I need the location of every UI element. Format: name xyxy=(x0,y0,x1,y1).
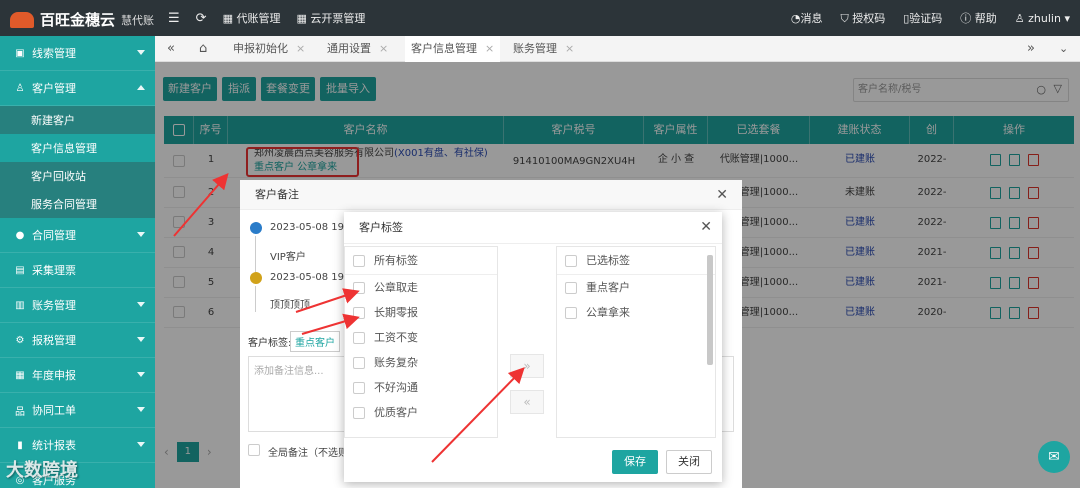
help-icon: ⓘ xyxy=(960,12,975,25)
sidebar-sub-customer-info[interactable]: 客户信息管理 xyxy=(0,134,155,162)
tag-checkbox[interactable] xyxy=(565,282,577,294)
brand-sub: 慧代账 xyxy=(121,13,155,27)
tax-icon: ⚙ xyxy=(15,334,25,346)
global-remark-label: 全局备注（不选则 xyxy=(268,448,348,459)
sidebar-item-tax[interactable]: ⚙ 报税管理 xyxy=(0,323,155,358)
all-tags-header[interactable]: 所有标签 xyxy=(345,247,497,275)
remark-text: 顶顶顶顶 xyxy=(270,300,310,311)
building-icon: ▥ xyxy=(15,299,25,311)
timeline-line xyxy=(255,286,256,312)
close-icon[interactable]: ✕ xyxy=(700,219,712,235)
tab-settings[interactable]: 通用设置 × xyxy=(321,36,394,62)
user-menu[interactable]: ♙ zhulin ▾ xyxy=(1015,12,1070,25)
shield-icon: ⛉ xyxy=(840,12,853,25)
messages-link[interactable]: ◔消息 xyxy=(791,10,823,26)
remark-dialog-title: 客户备注 xyxy=(240,180,742,210)
org-icon: 品 xyxy=(15,406,25,418)
watermark: 大数跨境 xyxy=(6,460,78,481)
chevron-down-icon[interactable]: ⌄ xyxy=(1053,36,1074,62)
sidebar-sub-recycle[interactable]: 客户回收站 xyxy=(0,162,155,190)
chart-icon: ▮ xyxy=(17,439,23,451)
remark-time: 2023-05-08 19:1 xyxy=(270,222,354,233)
sidebar-item-annual[interactable]: ▦ 年度申报 xyxy=(0,358,155,393)
timeline-line xyxy=(255,236,256,272)
sidebar-item-customers[interactable]: ♙ 客户管理 xyxy=(0,71,155,106)
move-left-button[interactable]: « xyxy=(510,390,544,414)
brand-name: 百旺金穗云 xyxy=(40,11,116,29)
selected-tag[interactable]: 重点客户 xyxy=(557,275,715,300)
tag-option[interactable]: 账务复杂 xyxy=(345,350,497,375)
tag-checkbox[interactable] xyxy=(353,282,365,294)
move-right-button[interactable]: » xyxy=(510,354,544,378)
tag-checkbox[interactable] xyxy=(353,407,365,419)
tabs-prev-icon[interactable]: « xyxy=(161,36,181,62)
sidebar-item-leads[interactable]: ▣ 线索管理 xyxy=(0,36,155,71)
tab-accounts[interactable]: 账务管理 × xyxy=(507,36,580,62)
chat-icon[interactable]: ✉ xyxy=(1038,441,1070,473)
tab-customer-info[interactable]: 客户信息管理 × xyxy=(405,36,501,62)
brand-logo-icon xyxy=(10,11,34,28)
refresh-icon[interactable]: ⟳ xyxy=(196,11,207,26)
tag-checkbox[interactable] xyxy=(353,357,365,369)
menu-invoice[interactable]: ▦ 云开票管理 xyxy=(296,10,365,26)
tag-checkbox[interactable] xyxy=(353,332,365,344)
tab-bar: « ⌂ 申报初始化 × 通用设置 × 客户信息管理 × 账务管理 × » ⌄ xyxy=(155,36,1080,62)
calendar-icon: ▦ xyxy=(15,369,25,381)
selected-tags-panel: 已选标签 重点客户 公章拿来 xyxy=(556,246,716,438)
sidebar-sub-contracts[interactable]: 服务合同管理 xyxy=(0,190,155,218)
brand[interactable]: 百旺金穗云 慧代账 xyxy=(10,9,154,30)
help-link[interactable]: ⓘ 帮助 xyxy=(960,10,997,26)
tag-checkbox[interactable] xyxy=(353,382,365,394)
remark-time: 2023-05-08 19:1 xyxy=(270,272,354,283)
person-icon: ● xyxy=(15,229,25,241)
sidebar-sub-new-customer[interactable]: 新建客户 xyxy=(0,106,155,134)
tag-value-field[interactable]: 重点客户 xyxy=(290,331,340,352)
all-tags-checkbox[interactable] xyxy=(353,255,365,267)
sidebar-item-contract[interactable]: ● 合同管理 xyxy=(0,218,155,253)
tag-dialog-title: 客户标签 xyxy=(344,212,722,244)
close-icon[interactable]: ✕ xyxy=(716,187,728,203)
selected-tag[interactable]: 公章拿来 xyxy=(557,300,715,325)
tag-option[interactable]: 公章取走 xyxy=(345,275,497,300)
leads-icon: ▣ xyxy=(15,47,25,59)
tag-option[interactable]: 工资不变 xyxy=(345,325,497,350)
timeline-dot xyxy=(250,272,262,284)
selected-tags-header[interactable]: 已选标签 xyxy=(557,247,715,275)
tab-declare-init[interactable]: 申报初始化 × xyxy=(227,36,311,62)
all-tags-panel: 所有标签 公章取走 长期零报 工资不变 账务复杂 不好沟通 优质客户 xyxy=(344,246,498,438)
grid-icon: ▦ xyxy=(222,12,237,25)
menu-toggle-icon[interactable]: ☰ xyxy=(168,11,180,26)
tag-option[interactable]: 优质客户 xyxy=(345,400,497,425)
sidebar: ▣ 线索管理 ♙ 客户管理 新建客户 客户信息管理 客户回收站 服务合同管理 ● 合同… xyxy=(0,36,155,488)
users-icon: ♙ xyxy=(15,82,25,94)
sidebar-item-workorder[interactable]: 品协同工单 xyxy=(0,393,155,428)
ticket-icon: ▤ xyxy=(15,264,25,276)
tag-option[interactable]: 不好沟通 xyxy=(345,375,497,400)
sidebar-item-collect[interactable]: ▤ 采集理票 xyxy=(0,253,155,288)
sidebar-item-accounts[interactable]: ▥ 账务管理 xyxy=(0,288,155,323)
tag-checkbox[interactable] xyxy=(353,307,365,319)
top-bar: 百旺金穗云 慧代账 ☰ ⟳ ▦ 代账管理 ▦ 云开票管理 ◔消息 ⛉ 授权码 ▯… xyxy=(0,0,1080,36)
save-button[interactable]: 保存 xyxy=(612,450,658,474)
selected-tags-checkbox[interactable] xyxy=(565,255,577,267)
tag-label: 客户标签: xyxy=(248,338,292,349)
home-icon[interactable]: ⌂ xyxy=(193,36,213,62)
remark-text: VIP客户 xyxy=(270,252,306,263)
close-button[interactable]: 关闭 xyxy=(666,450,712,474)
grid-icon: ▦ xyxy=(296,12,311,25)
global-remark-checkbox[interactable] xyxy=(248,444,260,456)
verify-code-link[interactable]: ▯验证码 xyxy=(903,10,942,26)
user-icon: ♙ xyxy=(1014,11,1029,25)
scrollbar[interactable] xyxy=(707,255,713,365)
tabs-next-icon[interactable]: » xyxy=(1021,36,1041,62)
timeline-dot xyxy=(250,222,262,234)
tag-option[interactable]: 长期零报 xyxy=(345,300,497,325)
menu-agency[interactable]: ▦ 代账管理 xyxy=(223,10,281,26)
auth-code-link[interactable]: ⛉ 授权码 xyxy=(840,10,885,26)
tag-dialog: 客户标签 ✕ 所有标签 公章取走 长期零报 工资不变 账务复杂 不好沟通 优质客… xyxy=(344,212,722,482)
tag-checkbox[interactable] xyxy=(565,307,577,319)
